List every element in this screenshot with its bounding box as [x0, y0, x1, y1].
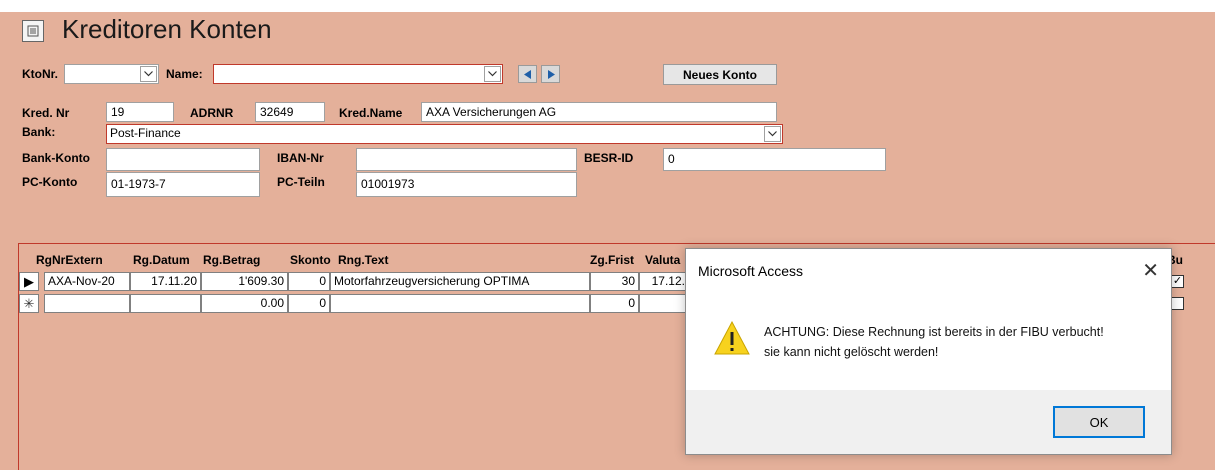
col-header-datum: Rg.Datum [133, 253, 190, 267]
col-header-betrag: Rg.Betrag [203, 253, 261, 267]
close-icon[interactable]: ✕ [1142, 258, 1159, 283]
adrnr-field[interactable]: 32649 [255, 102, 325, 122]
chevron-down-icon[interactable] [140, 66, 157, 82]
table-cell-betrag[interactable]: 1'609.30 [201, 272, 288, 291]
table-cell-skonto[interactable]: 0 [288, 294, 330, 313]
col-header-rgnr: RgNrExtern [36, 253, 103, 267]
col-header-text: Rng.Text [338, 253, 389, 267]
prev-record-button[interactable] [518, 65, 537, 83]
col-header-frist: Zg.Frist [590, 253, 634, 267]
col-header-skonto: Skonto [290, 253, 331, 267]
iban-label: IBAN-Nr [277, 151, 324, 165]
record-selector-new[interactable]: ✳ [19, 294, 39, 313]
name-label: Name: [166, 67, 203, 81]
adrnr-label: ADRNR [190, 106, 234, 120]
dialog-message-line1: ACHTUNG: Diese Rechnung ist bereits in d… [764, 325, 1104, 339]
table-cell-frist[interactable]: 0 [590, 294, 639, 313]
booked-checkbox[interactable] [1171, 297, 1184, 310]
besr-label: BESR-ID [584, 151, 634, 165]
booked-checkbox[interactable]: ✓ [1171, 275, 1184, 288]
warning-icon [714, 320, 750, 360]
triangle-right-icon [547, 69, 555, 79]
new-account-button[interactable]: Neues Konto [663, 64, 777, 85]
pc-teiln-label: PC-Teiln [277, 175, 325, 189]
bank-value: Post-Finance [110, 126, 181, 140]
pc-konto-label: PC-Konto [22, 175, 78, 189]
message-dialog: Microsoft Access ✕ ACHTUNG: Diese Rechnu… [685, 248, 1172, 455]
dialog-message: ACHTUNG: Diese Rechnung ist bereits in d… [764, 322, 1104, 362]
pc-konto-field[interactable]: 01-1973-7 [106, 172, 260, 197]
iban-field[interactable] [356, 148, 577, 171]
form-window: Kreditoren Konten KtoNr. Name: Neues Kon… [0, 0, 1215, 470]
kred-nr-field[interactable]: 19 [106, 102, 174, 122]
bank-konto-label: Bank-Konto [22, 151, 90, 165]
table-cell-valuta[interactable]: 17.12. [639, 272, 689, 291]
table-cell-datum[interactable] [130, 294, 201, 313]
bank-combo[interactable]: Post-Finance [106, 124, 783, 144]
table-cell-rgnr[interactable] [44, 294, 130, 313]
name-combo[interactable] [213, 64, 503, 84]
kred-name-label: Kred.Name [339, 106, 403, 120]
page-title: Kreditoren Konten [62, 14, 272, 44]
triangle-left-icon [523, 69, 531, 79]
besr-field[interactable]: 0 [663, 148, 886, 171]
kto-label: KtoNr. [22, 67, 58, 81]
kred-name-field[interactable]: AXA Versicherungen AG [421, 102, 777, 122]
table-cell-rgnr[interactable]: AXA-Nov-20 [44, 272, 130, 291]
top-strip [0, 0, 1215, 12]
dialog-title: Microsoft Access [698, 263, 804, 279]
kto-combo[interactable] [64, 64, 159, 84]
table-cell-valuta[interactable] [639, 294, 689, 313]
table-cell-text[interactable] [330, 294, 590, 313]
next-record-button[interactable] [541, 65, 560, 83]
pc-teiln-field[interactable]: 01001973 [356, 172, 577, 197]
chevron-down-icon[interactable] [764, 126, 781, 142]
table-cell-datum[interactable]: 17.11.20 [130, 272, 201, 291]
kred-nr-label: Kred. Nr [22, 106, 70, 120]
dialog-message-line2: sie kann nicht gelöscht werden! [764, 345, 939, 359]
ok-button[interactable]: OK [1053, 406, 1145, 438]
record-selector-current[interactable]: ▶ [19, 272, 39, 291]
col-header-valuta: Valuta [645, 253, 681, 267]
dialog-footer: OK [686, 390, 1171, 454]
form-icon [22, 20, 44, 42]
table-cell-skonto[interactable]: 0 [288, 272, 330, 291]
bank-konto-field[interactable] [106, 148, 260, 171]
table-cell-text[interactable]: Motorfahrzeugversicherung OPTIMA [330, 272, 590, 291]
table-cell-frist[interactable]: 30 [590, 272, 639, 291]
bank-label: Bank: [22, 125, 56, 139]
table-cell-betrag[interactable]: 0.00 [201, 294, 288, 313]
chevron-down-icon[interactable] [484, 66, 501, 82]
